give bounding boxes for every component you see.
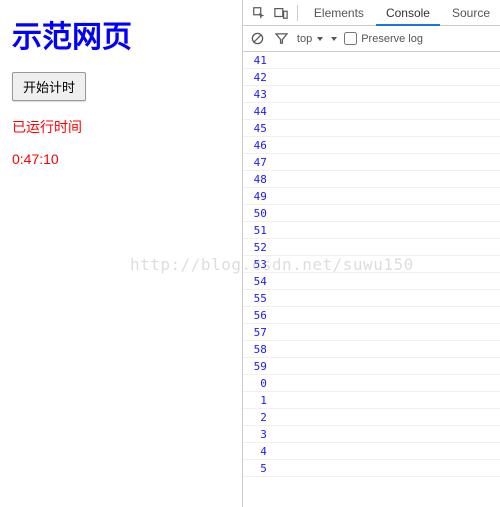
console-row: 47 (243, 154, 500, 171)
console-value: 43 (243, 88, 277, 101)
elapsed-time: 0:47:10 (12, 151, 230, 167)
device-toolbar-icon[interactable] (271, 3, 291, 23)
console-row: 52 (243, 239, 500, 256)
tab-sources[interactable]: Source (442, 0, 500, 26)
console-value: 0 (243, 377, 277, 390)
console-value: 49 (243, 190, 277, 203)
console-value: 45 (243, 122, 277, 135)
console-value: 1 (243, 394, 277, 407)
devtools-tab-bar: Elements Console Source (243, 0, 500, 26)
console-row: 50 (243, 205, 500, 222)
filter-icon[interactable] (273, 30, 291, 48)
console-value: 42 (243, 71, 277, 84)
console-toolbar: top Preserve log (243, 26, 500, 52)
preserve-log-label: Preserve log (361, 33, 423, 45)
console-value: 4 (243, 445, 277, 458)
console-row: 2 (243, 409, 500, 426)
console-value: 58 (243, 343, 277, 356)
elapsed-label: 已运行时间 (12, 117, 230, 137)
devtools-panel: Elements Console Source top Preserve log… (242, 0, 500, 507)
console-row: 5 (243, 460, 500, 477)
console-row: 53 (243, 256, 500, 273)
console-row: 43 (243, 86, 500, 103)
console-row: 57 (243, 324, 500, 341)
console-row: 44 (243, 103, 500, 120)
console-value: 41 (243, 54, 277, 67)
console-output[interactable]: 4142434445464748495051525354555657585901… (243, 52, 500, 507)
context-selector[interactable]: top (297, 33, 324, 45)
console-row: 45 (243, 120, 500, 137)
console-row: 49 (243, 188, 500, 205)
console-value: 56 (243, 309, 277, 322)
tab-console[interactable]: Console (376, 0, 440, 26)
console-value: 54 (243, 275, 277, 288)
console-value: 47 (243, 156, 277, 169)
chevron-down-icon (316, 35, 324, 43)
console-row: 48 (243, 171, 500, 188)
console-value: 5 (243, 462, 277, 475)
console-row: 58 (243, 341, 500, 358)
console-row: 4 (243, 443, 500, 460)
start-timer-button[interactable]: 开始计时 (12, 72, 86, 101)
console-value: 44 (243, 105, 277, 118)
demo-page: 示范网页 开始计时 已运行时间 0:47:10 (0, 0, 242, 507)
console-value: 52 (243, 241, 277, 254)
page-title: 示范网页 (12, 12, 230, 56)
console-row: 59 (243, 358, 500, 375)
context-label: top (297, 33, 312, 45)
separator (297, 5, 298, 21)
console-row: 51 (243, 222, 500, 239)
console-value: 51 (243, 224, 277, 237)
console-row: 46 (243, 137, 500, 154)
tab-elements[interactable]: Elements (304, 0, 374, 26)
console-value: 53 (243, 258, 277, 271)
chevron-down-icon (330, 35, 338, 43)
console-row: 55 (243, 290, 500, 307)
inspect-element-icon[interactable] (249, 3, 269, 23)
console-row: 54 (243, 273, 500, 290)
console-row: 42 (243, 69, 500, 86)
console-value: 48 (243, 173, 277, 186)
console-row: 0 (243, 375, 500, 392)
console-value: 55 (243, 292, 277, 305)
clear-console-icon[interactable] (249, 30, 267, 48)
console-value: 46 (243, 139, 277, 152)
console-row: 3 (243, 426, 500, 443)
console-row: 41 (243, 52, 500, 69)
console-value: 3 (243, 428, 277, 441)
console-value: 59 (243, 360, 277, 373)
preserve-log-checkbox[interactable] (344, 32, 357, 45)
console-value: 50 (243, 207, 277, 220)
console-row: 1 (243, 392, 500, 409)
console-value: 57 (243, 326, 277, 339)
preserve-log-option[interactable]: Preserve log (344, 32, 423, 45)
console-value: 2 (243, 411, 277, 424)
console-row: 56 (243, 307, 500, 324)
